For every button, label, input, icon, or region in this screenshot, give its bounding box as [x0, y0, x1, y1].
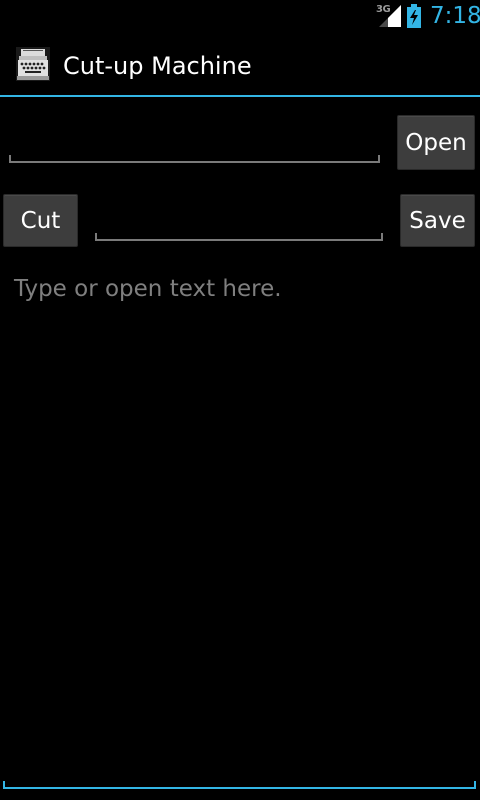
signal-strength-icon — [379, 5, 401, 27]
action-bar-divider — [0, 95, 480, 97]
main-text-placeholder[interactable]: Type or open text here. — [14, 276, 464, 302]
screen: 3G 7:18 Cut-up Machine Open Cut Save Typ… — [0, 0, 480, 800]
app-title: Cut-up Machine — [63, 52, 252, 80]
cut-button[interactable]: Cut — [3, 194, 78, 247]
filename-input[interactable] — [9, 153, 380, 163]
open-button[interactable]: Open — [397, 115, 475, 170]
action-bar: Cut-up Machine — [0, 33, 480, 95]
save-filename-input[interactable] — [95, 231, 383, 241]
status-bar: 3G 7:18 — [0, 0, 480, 33]
save-button[interactable]: Save — [400, 194, 475, 247]
main-text-area-underline — [3, 779, 476, 789]
status-time: 7:18 — [430, 3, 480, 29]
typewriter-icon — [16, 47, 50, 81]
battery-charging-icon — [407, 4, 421, 28]
